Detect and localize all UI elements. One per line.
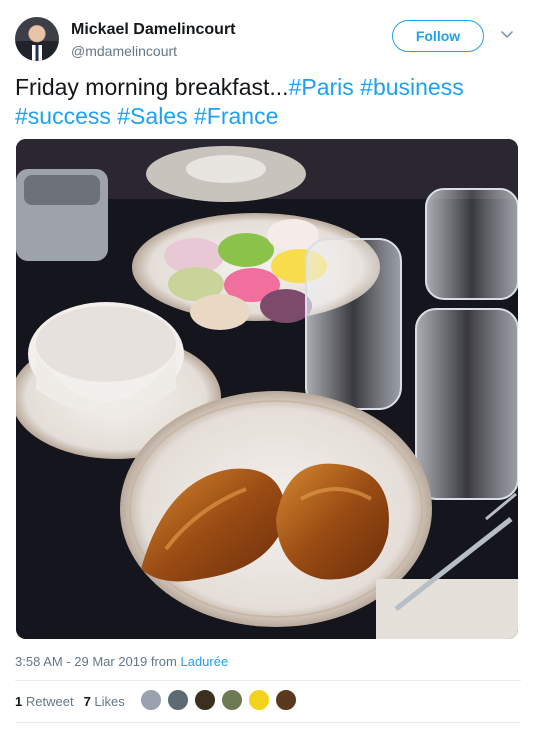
likers-avatars [140, 689, 302, 711]
chevron-down-icon[interactable] [500, 27, 514, 41]
liker-avatar[interactable] [248, 689, 270, 711]
retweets-label[interactable]: Retweet [26, 694, 74, 709]
liker-avatar[interactable] [194, 689, 216, 711]
tweet-timestamp: 3:58 AM - 29 Mar 2019 from Ladurée [15, 654, 228, 669]
hashtag-link[interactable]: #Sales [117, 103, 187, 129]
likes-count[interactable]: 7 [84, 694, 91, 709]
hashtag-link[interactable]: #France [194, 103, 278, 129]
source-link[interactable]: Ladurée [180, 654, 228, 669]
liker-avatar[interactable] [221, 689, 243, 711]
hashtag-link[interactable]: #Paris [289, 74, 354, 100]
hashtag-link[interactable]: #success [15, 103, 111, 129]
tweet-body: Friday morning breakfast... [15, 74, 289, 100]
follow-button[interactable]: Follow [392, 20, 484, 52]
breakfast-photo-illustration [16, 139, 518, 639]
user-name[interactable]: Mickael Damelincourt [71, 21, 236, 39]
divider [15, 722, 521, 723]
divider [15, 680, 521, 681]
tweet-photo[interactable] [16, 139, 518, 639]
tweet-stats: 1 Retweet 7 Likes [15, 694, 125, 709]
hashtag-link[interactable]: #business [360, 74, 464, 100]
tweet-text: Friday morning breakfast...#Paris #busin… [15, 73, 520, 131]
liker-avatar[interactable] [140, 689, 162, 711]
avatar[interactable] [15, 17, 59, 61]
retweets-count[interactable]: 1 [15, 694, 22, 709]
timestamp-text[interactable]: 3:58 AM - 29 Mar 2019 from [15, 654, 177, 669]
liker-avatar[interactable] [167, 689, 189, 711]
user-handle[interactable]: @mdamelincourt [71, 43, 177, 59]
tweet-header: Mickael Damelincourt @mdamelincourt Foll… [15, 15, 522, 65]
likes-label[interactable]: Likes [94, 694, 124, 709]
liker-avatar[interactable] [275, 689, 297, 711]
